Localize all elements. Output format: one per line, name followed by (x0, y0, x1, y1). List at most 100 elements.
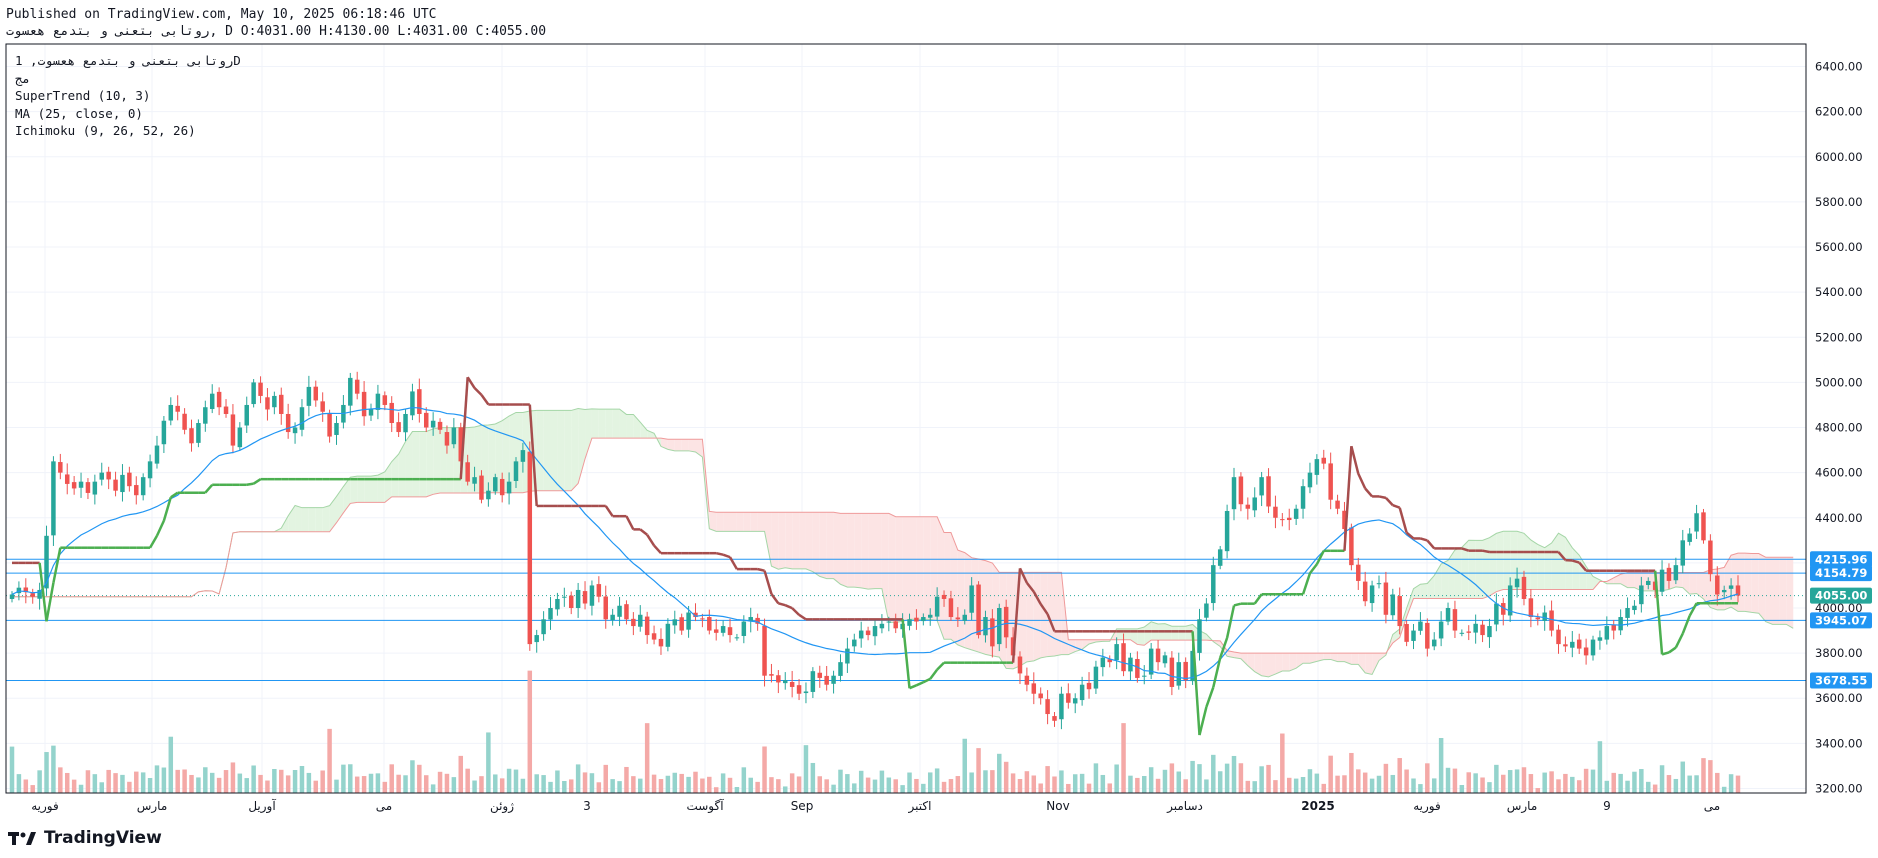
candle-body (244, 404, 249, 426)
candle-body (879, 623, 885, 629)
candle-body (203, 407, 208, 424)
volume-bar (1259, 766, 1264, 793)
candle-body (1728, 585, 1734, 589)
volume-bar (789, 773, 795, 793)
x-tick-label: ژوئن (490, 799, 514, 814)
cloud-segment (398, 441, 406, 497)
supertrend-segment (480, 394, 490, 406)
legend-ichimoku[interactable]: Ichimoku (9, 26, 52, 26) (15, 122, 241, 140)
y-tick-label: 6000.00 (1815, 150, 1863, 164)
supertrend-segment (155, 520, 166, 537)
volume-bar (886, 777, 892, 793)
supertrend-segment (45, 582, 55, 622)
candle-body (1086, 682, 1092, 690)
supertrend-segment (639, 528, 648, 536)
volume-bars (9, 670, 1741, 793)
candle-body (1286, 517, 1292, 521)
candle-body (1328, 463, 1333, 500)
volume-bar (658, 779, 664, 793)
candle-body (914, 617, 919, 622)
supertrend-segment (252, 478, 262, 485)
volume-bar (1563, 773, 1568, 793)
cloud-segment (543, 410, 551, 491)
candle-body (852, 639, 857, 647)
candle-body (1273, 506, 1278, 518)
volume-bar (1045, 766, 1050, 793)
candle-body (1169, 657, 1175, 687)
supertrend-segment (1301, 572, 1312, 595)
cloud-segment (764, 512, 772, 567)
cloud-segment (771, 512, 779, 570)
volume-bar (617, 781, 622, 793)
legend-exchange: مج (15, 70, 31, 86)
candle-body (410, 391, 415, 416)
candle-body (1549, 610, 1554, 631)
cloud-segment (888, 513, 896, 623)
volume-bar (1673, 778, 1679, 793)
volume-bar (1666, 775, 1672, 793)
cloud-segment (826, 512, 834, 579)
candle-body (1100, 657, 1106, 668)
volume-bar (320, 770, 325, 793)
candle-body (1066, 693, 1071, 703)
volume-bar (1694, 775, 1699, 793)
volume-bar (1597, 741, 1603, 793)
cloud-segment (861, 513, 869, 590)
candle-body (430, 420, 436, 428)
candle-body (1445, 608, 1451, 622)
candle-body (831, 675, 836, 684)
candle-body (1473, 623, 1478, 633)
volume-bar (113, 773, 118, 793)
candle-body (486, 490, 491, 500)
volume-bar (1418, 784, 1423, 793)
cloud-segment (295, 505, 302, 532)
candle-body (1556, 629, 1561, 645)
candle-body (451, 427, 457, 445)
candle-body (127, 472, 132, 487)
cloud-segment (557, 410, 565, 491)
cloud-segment (1054, 572, 1062, 656)
volume-bar (292, 770, 298, 793)
legend-supertrend[interactable]: SuperTrend (10, 3) (15, 87, 241, 105)
volume-bar (1003, 761, 1009, 793)
volume-bar (299, 766, 305, 793)
cloud-segment (1689, 572, 1697, 595)
price-chart[interactable]: 6400.00 6200.00 6000.00 5800.00 5600.00 5400.… (0, 0, 1878, 858)
candle-body (638, 614, 643, 627)
volume-bar (223, 770, 229, 793)
volume-bar (1659, 765, 1665, 793)
volume-bar (1197, 764, 1202, 793)
volume-bar (1031, 775, 1037, 793)
y-tick-label: 5400.00 (1815, 285, 1863, 299)
volume-bar (437, 771, 443, 793)
volume-bar (776, 779, 781, 793)
legend-ma[interactable]: MA (25, close, 0) (15, 105, 241, 123)
candle-body (1024, 675, 1030, 685)
cloud-segment (301, 507, 309, 532)
candle-body (948, 598, 954, 618)
volume-bar (1362, 772, 1368, 793)
brand-name: TradingView (44, 828, 162, 848)
candle-body (348, 377, 353, 406)
x-tick-label: مارس (1507, 799, 1538, 814)
volume-bar (265, 780, 270, 793)
tradingview-logo-icon (8, 832, 36, 845)
volume-bar (610, 779, 615, 793)
candle-body (361, 391, 367, 417)
candle-body (1576, 639, 1582, 649)
volume-bar (403, 775, 408, 793)
candle-body (92, 481, 98, 495)
candle-body (651, 633, 657, 640)
volume-bar (762, 746, 767, 793)
volume-bar (375, 773, 381, 793)
y-tick-label: 3800.00 (1815, 646, 1863, 660)
supertrend-segment (1357, 473, 1367, 490)
volume-bar (361, 776, 367, 793)
volume-bar (941, 781, 947, 793)
candle-body (803, 691, 809, 694)
supertrend-segment (653, 544, 662, 555)
tradingview-brand[interactable]: TradingView (8, 828, 162, 848)
cloud-segment (1758, 553, 1766, 622)
candle-body (934, 596, 940, 617)
volume-bar (631, 776, 636, 793)
